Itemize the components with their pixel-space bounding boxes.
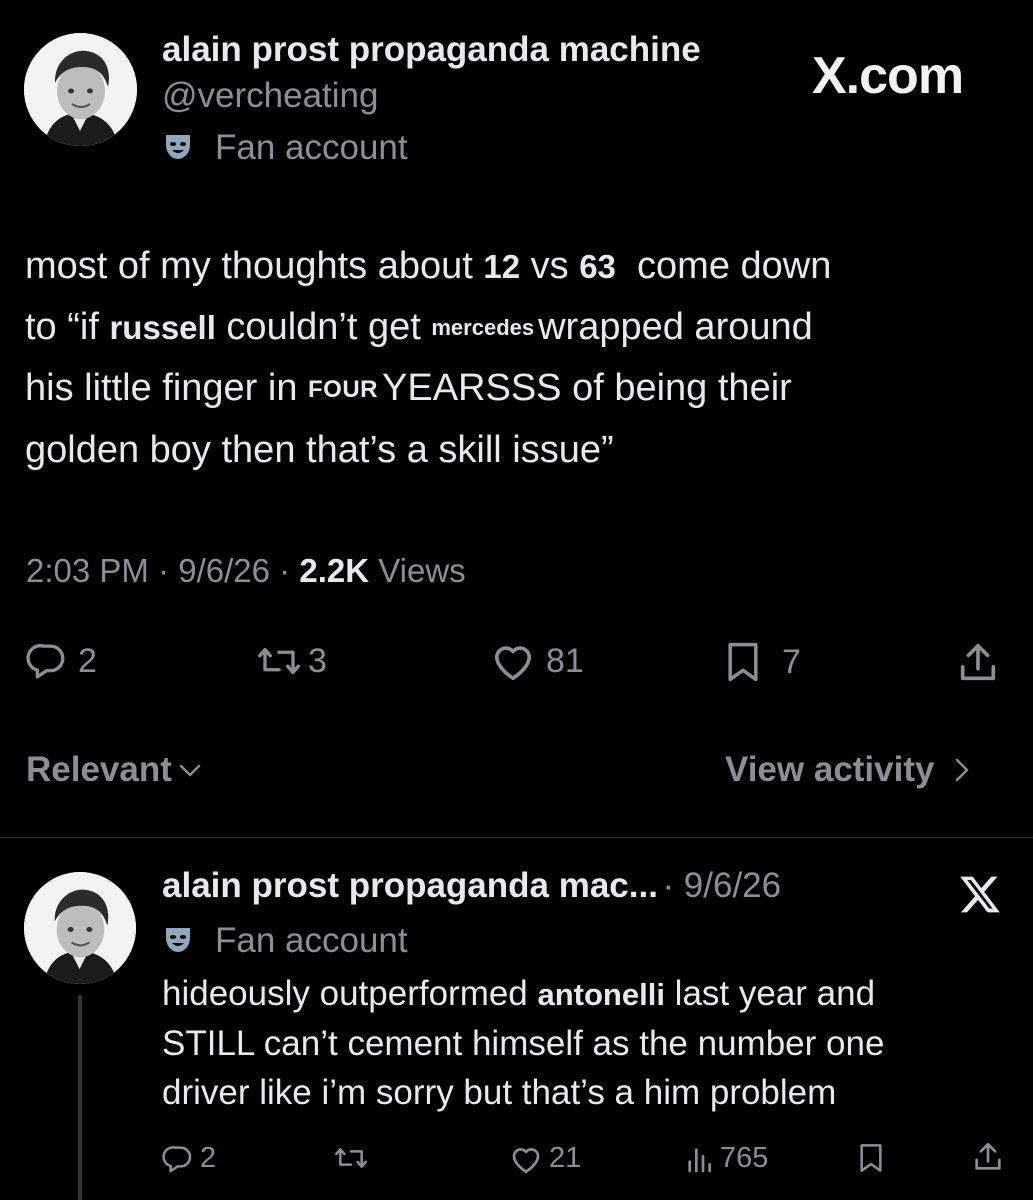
repost-count: 3 [308, 641, 327, 680]
text-span: come down [615, 245, 832, 287]
text-span: hideously outperformed [162, 974, 538, 1013]
fan-account-text: Fan account [215, 921, 408, 960]
tweet-meta: 2:03 PM · 9/6/26 · 2.2K Views [26, 552, 466, 590]
like-icon [509, 1143, 543, 1175]
text-span-bold: 12 [483, 248, 521, 285]
tweet-line-3: his little finger in FOUR YEARSSS of bein… [25, 358, 1015, 420]
like-count: 81 [546, 641, 584, 680]
tweet-date[interactable]: 9/6/26 [178, 552, 270, 589]
view-activity-label: View activity [725, 750, 935, 789]
reply-repost-button[interactable] [333, 1142, 369, 1174]
reply-line-3: driver like i’m sorry but that’s a him p… [162, 1073, 837, 1112]
repost-icon [256, 640, 302, 682]
theater-mask-icon [163, 924, 193, 959]
text-span: most of my thoughts about [25, 245, 484, 287]
text-span: to “if [25, 306, 110, 348]
repost-button[interactable]: 3 [256, 640, 327, 682]
fan-account-text: Fan account [215, 128, 408, 167]
share-icon [955, 640, 1001, 686]
tweet-line-4: golden boy then that’s a skill issue” [25, 429, 614, 471]
like-icon [490, 640, 536, 682]
reply-header: alain prost propaganda mac... · 9/6/26 [162, 866, 781, 906]
text-span: last year and [664, 974, 876, 1013]
reply-share-button[interactable] [971, 1140, 1005, 1174]
share-icon [971, 1140, 1005, 1174]
text-span-small: mercedes [431, 315, 535, 340]
reply-avatar[interactable] [24, 872, 136, 984]
reply-bookmark-button[interactable] [856, 1142, 886, 1174]
reply-count: 2 [200, 1142, 217, 1174]
fan-account-label: Fan account [163, 128, 408, 168]
reply-line-1: hideously outperformed antonelli last ye… [162, 969, 1022, 1019]
theater-mask-icon [163, 131, 193, 166]
text-span: YEARSSS of being their [382, 367, 792, 409]
author-handle[interactable]: @vercheating [162, 76, 378, 116]
reply-like-button[interactable]: 21 [509, 1142, 581, 1175]
relevant-label: Relevant [26, 750, 172, 789]
share-button[interactable] [955, 640, 1001, 686]
bookmark-icon [722, 640, 764, 684]
repost-icon [333, 1142, 369, 1174]
x-com-watermark: X.com [812, 47, 964, 105]
bookmark-icon [856, 1142, 886, 1174]
view-activity-link[interactable]: View activity [725, 750, 970, 790]
thread-line [78, 995, 82, 1200]
sort-relevant[interactable]: Relevant [26, 750, 202, 790]
views-count: 765 [720, 1142, 769, 1174]
text-span-bold: antonelli [537, 977, 665, 1012]
reply-reply-button[interactable]: 2 [162, 1142, 216, 1175]
reply-text: hideously outperformed antonelli last ye… [162, 969, 1022, 1117]
text-span: vs [520, 245, 580, 287]
views-icon [682, 1143, 716, 1175]
text-span: couldn’t get [215, 306, 432, 348]
separator: · [158, 552, 170, 589]
reply-icon [162, 1143, 194, 1175]
tweet-line-2: to “if russell couldn’t get mercedes wrap… [25, 297, 1015, 358]
divider [0, 837, 1033, 838]
text-span: his little finger in [25, 367, 309, 409]
avatar[interactable] [24, 33, 137, 146]
reply-fan-account-label: Fan account [163, 921, 408, 961]
reply-line-2: STILL can’t cement himself as the number… [162, 1024, 885, 1063]
reply-button[interactable]: 2 [26, 640, 97, 682]
text-span-bold: 63 [579, 248, 616, 285]
reply-count: 2 [78, 641, 97, 680]
tweet-text: most of my thoughts about 12 vs 63 come … [25, 236, 1015, 481]
reply-icon [26, 640, 68, 682]
reply-date[interactable]: · 9/6/26 [662, 866, 781, 905]
tweet-time[interactable]: 2:03 PM [26, 552, 149, 589]
text-span-caps: FOUR [308, 376, 379, 403]
author-name[interactable]: alain prost propaganda machine [162, 30, 701, 70]
tweet-line-1: most of my thoughts about 12 vs 63 come … [25, 236, 1015, 297]
views-label: Views [378, 552, 466, 589]
chevron-right-icon [954, 757, 970, 788]
chevron-down-icon [178, 763, 202, 784]
like-count: 21 [549, 1142, 582, 1174]
separator: · [279, 552, 291, 589]
like-button[interactable]: 81 [490, 640, 584, 682]
views-count: 2.2K [299, 552, 370, 589]
bookmark-count: 7 [782, 642, 801, 681]
bookmark-button[interactable]: 7 [722, 640, 801, 684]
reply-author-name[interactable]: alain prost propaganda mac... [162, 866, 658, 905]
text-span: wrapped around [538, 306, 813, 348]
x-logo-icon [958, 872, 1002, 921]
reply-views-button[interactable]: 765 [682, 1142, 768, 1175]
text-span-bold: russell [109, 309, 216, 346]
